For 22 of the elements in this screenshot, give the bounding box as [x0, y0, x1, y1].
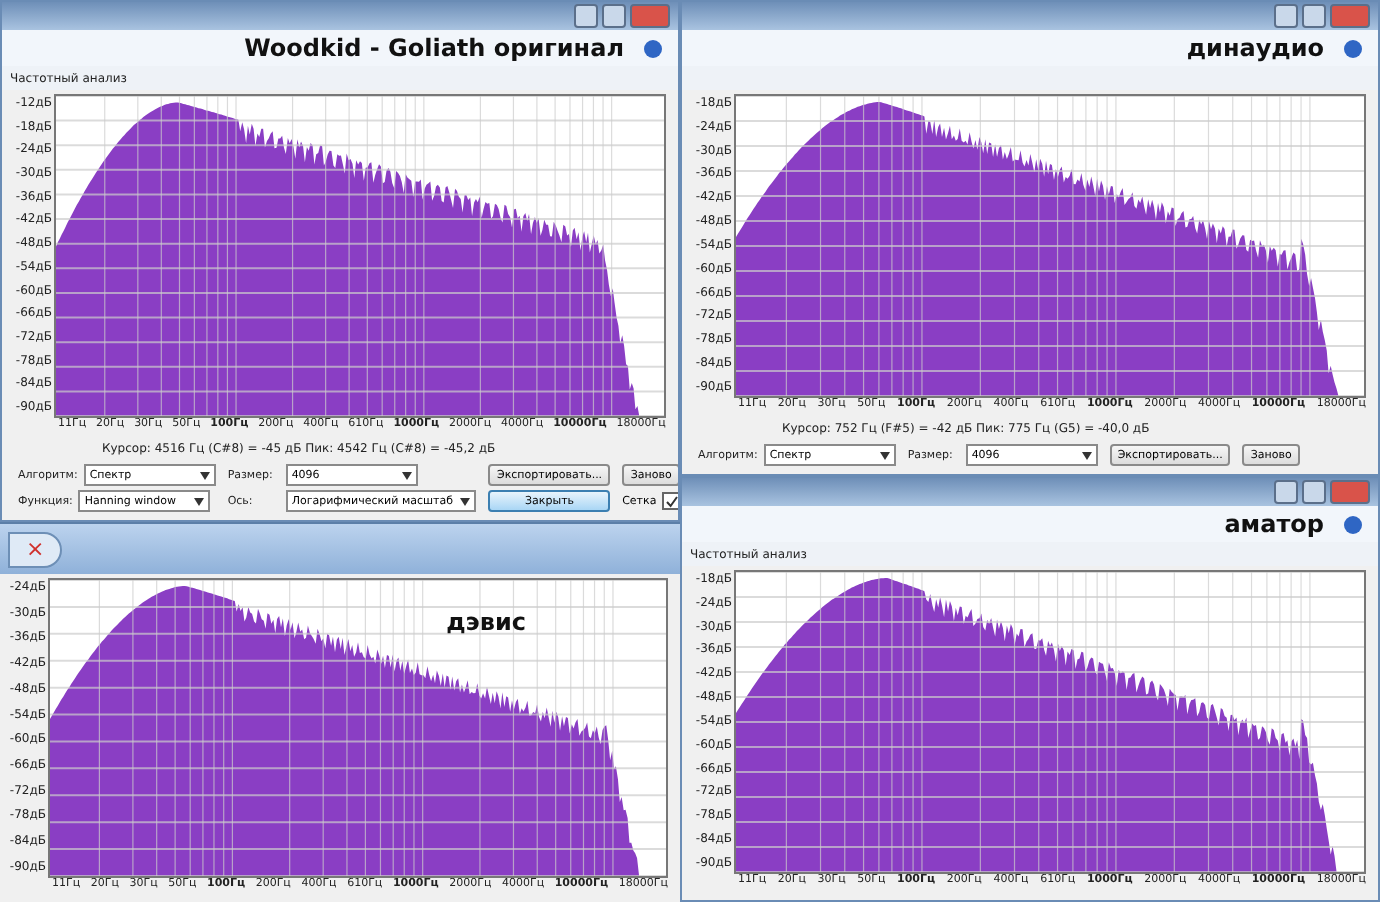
help-icon[interactable] — [1344, 39, 1362, 57]
dropdown-arrow-icon — [1081, 451, 1092, 459]
minimize-button[interactable] — [574, 4, 598, 28]
dropdown-arrow-icon — [460, 497, 471, 505]
minimize-button[interactable] — [1274, 480, 1298, 504]
minimize-button[interactable] — [1274, 4, 1298, 28]
chart-title: дэвис — [446, 608, 526, 636]
help-icon[interactable] — [644, 39, 662, 57]
window-title: аматор — [1224, 510, 1324, 538]
checkbox[interactable] — [662, 492, 678, 510]
help-icon[interactable] — [1344, 515, 1362, 533]
maximize-button[interactable] — [1302, 480, 1326, 504]
dropdown-arrow-icon — [879, 451, 890, 459]
window-title: динаудио — [1186, 34, 1324, 62]
maximize-button[interactable] — [602, 4, 626, 28]
window-title: Woodkid - Goliath оригинал — [244, 34, 624, 62]
dropdown-arrow-icon — [199, 471, 210, 479]
close-button[interactable]: × — [8, 531, 63, 567]
checkmark-icon — [665, 495, 678, 507]
dropdown-arrow-icon — [401, 471, 412, 479]
dropdown-arrow-icon — [194, 497, 205, 505]
maximize-button[interactable] — [1302, 4, 1326, 28]
